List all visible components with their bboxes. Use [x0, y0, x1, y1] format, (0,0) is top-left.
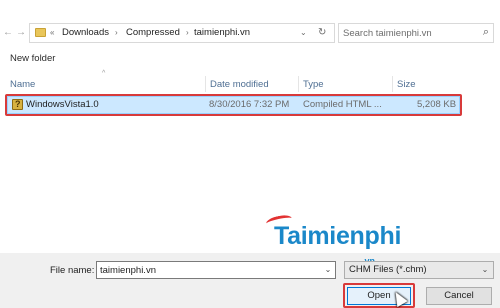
column-header-date-modified[interactable]: Date modified	[210, 79, 269, 90]
column-divider[interactable]	[298, 76, 299, 92]
breadcrumb-separator-icon[interactable]: ›	[115, 27, 118, 39]
breadcrumb-compressed[interactable]: Compressed	[126, 27, 180, 39]
forward-icon[interactable]: →	[14, 25, 28, 41]
search-input[interactable]	[343, 26, 473, 40]
refresh-icon[interactable]: ↻	[318, 27, 326, 39]
address-bar[interactable]: « Downloads › Compressed › taimienphi.vn…	[29, 23, 335, 43]
chevron-down-icon[interactable]: ⌄	[300, 27, 307, 39]
file-type-select[interactable]: CHM Files (*.chm) ⌄	[344, 261, 494, 279]
folder-icon	[35, 28, 46, 37]
breadcrumb-separator-icon[interactable]: ›	[186, 27, 189, 39]
path-overflow-icon[interactable]: «	[50, 27, 54, 39]
column-divider[interactable]	[392, 76, 393, 92]
new-folder-button[interactable]: New folder	[10, 53, 55, 64]
column-header-name[interactable]: Name	[10, 79, 35, 90]
breadcrumb-taimienphi[interactable]: taimienphi.vn	[194, 27, 250, 39]
chevron-down-icon[interactable]: ⌄	[479, 262, 491, 278]
search-box[interactable]: ⌕	[338, 23, 494, 43]
file-name-label: File name:	[50, 265, 95, 276]
breadcrumb-downloads[interactable]: Downloads	[62, 27, 109, 39]
watermark-logo: Taimienphi	[274, 222, 402, 250]
file-name-input[interactable]	[100, 263, 320, 277]
chevron-down-icon[interactable]: ⌄	[322, 262, 334, 278]
back-icon[interactable]: ←	[1, 25, 15, 41]
search-icon[interactable]: ⌕	[483, 26, 489, 39]
file-type-value: CHM Files (*.chm)	[349, 264, 427, 275]
column-header-size[interactable]: Size	[397, 79, 415, 90]
column-header-type[interactable]: Type	[303, 79, 324, 90]
column-divider[interactable]	[205, 76, 206, 92]
sort-arrow-icon: ^	[102, 70, 106, 77]
cancel-button[interactable]: Cancel	[426, 287, 492, 305]
file-name-field[interactable]: ⌄	[96, 261, 336, 279]
file-row-highlight	[5, 94, 462, 116]
